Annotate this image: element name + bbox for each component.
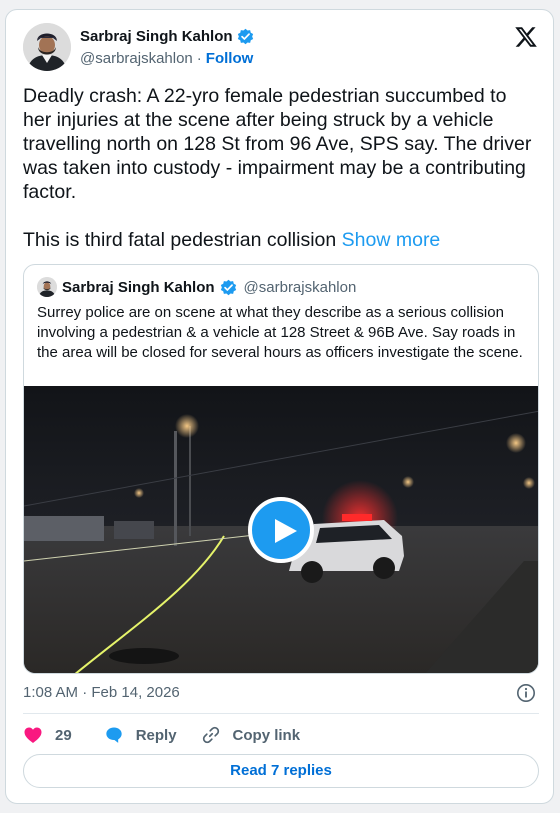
speech-bubble-icon (106, 727, 122, 743)
quoted-tweet[interactable]: Sarbraj Singh Kahlon @sarbrajskahlon Sur… (23, 264, 539, 674)
author-name-text: Sarbraj Singh Kahlon (80, 28, 233, 45)
copy-link-label: Copy link (232, 726, 301, 744)
quote-header: Sarbraj Singh Kahlon @sarbrajskahlon (37, 277, 356, 297)
show-more-link[interactable]: Show more (342, 229, 441, 251)
quote-author-handle: @sarbrajskahlon (243, 278, 357, 296)
play-button[interactable] (248, 497, 314, 563)
reply-label: Reply (135, 726, 177, 744)
action-bar: 29 Reply Copy link (23, 724, 300, 746)
author-handle[interactable]: @sarbrajskahlon (80, 50, 193, 67)
like-button[interactable]: 29 (23, 725, 72, 745)
tweet-card: Sarbraj Singh Kahlon @sarbrajskahlon · F… (5, 9, 554, 804)
tweet-timestamp[interactable]: 1:08 AM · Feb 14, 2026 (23, 684, 180, 701)
author-handle-row: @sarbrajskahlon · Follow (80, 50, 253, 67)
link-icon (202, 726, 219, 744)
tweet-text: Deadly crash: A 22-yro female pedestrian… (23, 84, 535, 252)
quote-text: Surrey police are on scene at what they … (37, 304, 523, 361)
divider (23, 713, 539, 714)
heart-icon (24, 727, 42, 743)
quote-author-name: Sarbraj Singh Kahlon (62, 278, 215, 296)
author-name[interactable]: Sarbraj Singh Kahlon (80, 28, 254, 45)
tweet-paragraph-1: Deadly crash: A 22-yro female pedestrian… (23, 85, 532, 203)
quote-verified-badge-icon (220, 279, 236, 295)
verified-badge-icon (237, 28, 253, 45)
like-count: 29 (55, 726, 72, 744)
author-avatar[interactable] (23, 23, 71, 71)
copy-link-button[interactable]: Copy link (201, 725, 301, 745)
tweet-paragraph-2: This is third fatal pedestrian collision… (23, 228, 535, 252)
play-icon (275, 519, 297, 543)
read-replies-button[interactable]: Read 7 replies (23, 754, 539, 788)
tweet-paragraph-2-text: This is third fatal pedestrian collision (23, 229, 337, 251)
quote-avatar (37, 277, 57, 297)
reply-button[interactable]: Reply (104, 725, 177, 745)
video-thumbnail[interactable] (24, 386, 538, 673)
info-icon[interactable] (516, 683, 536, 703)
handle-separator: · (196, 50, 202, 67)
follow-link[interactable]: Follow (206, 50, 254, 67)
x-logo-icon[interactable] (514, 25, 538, 49)
